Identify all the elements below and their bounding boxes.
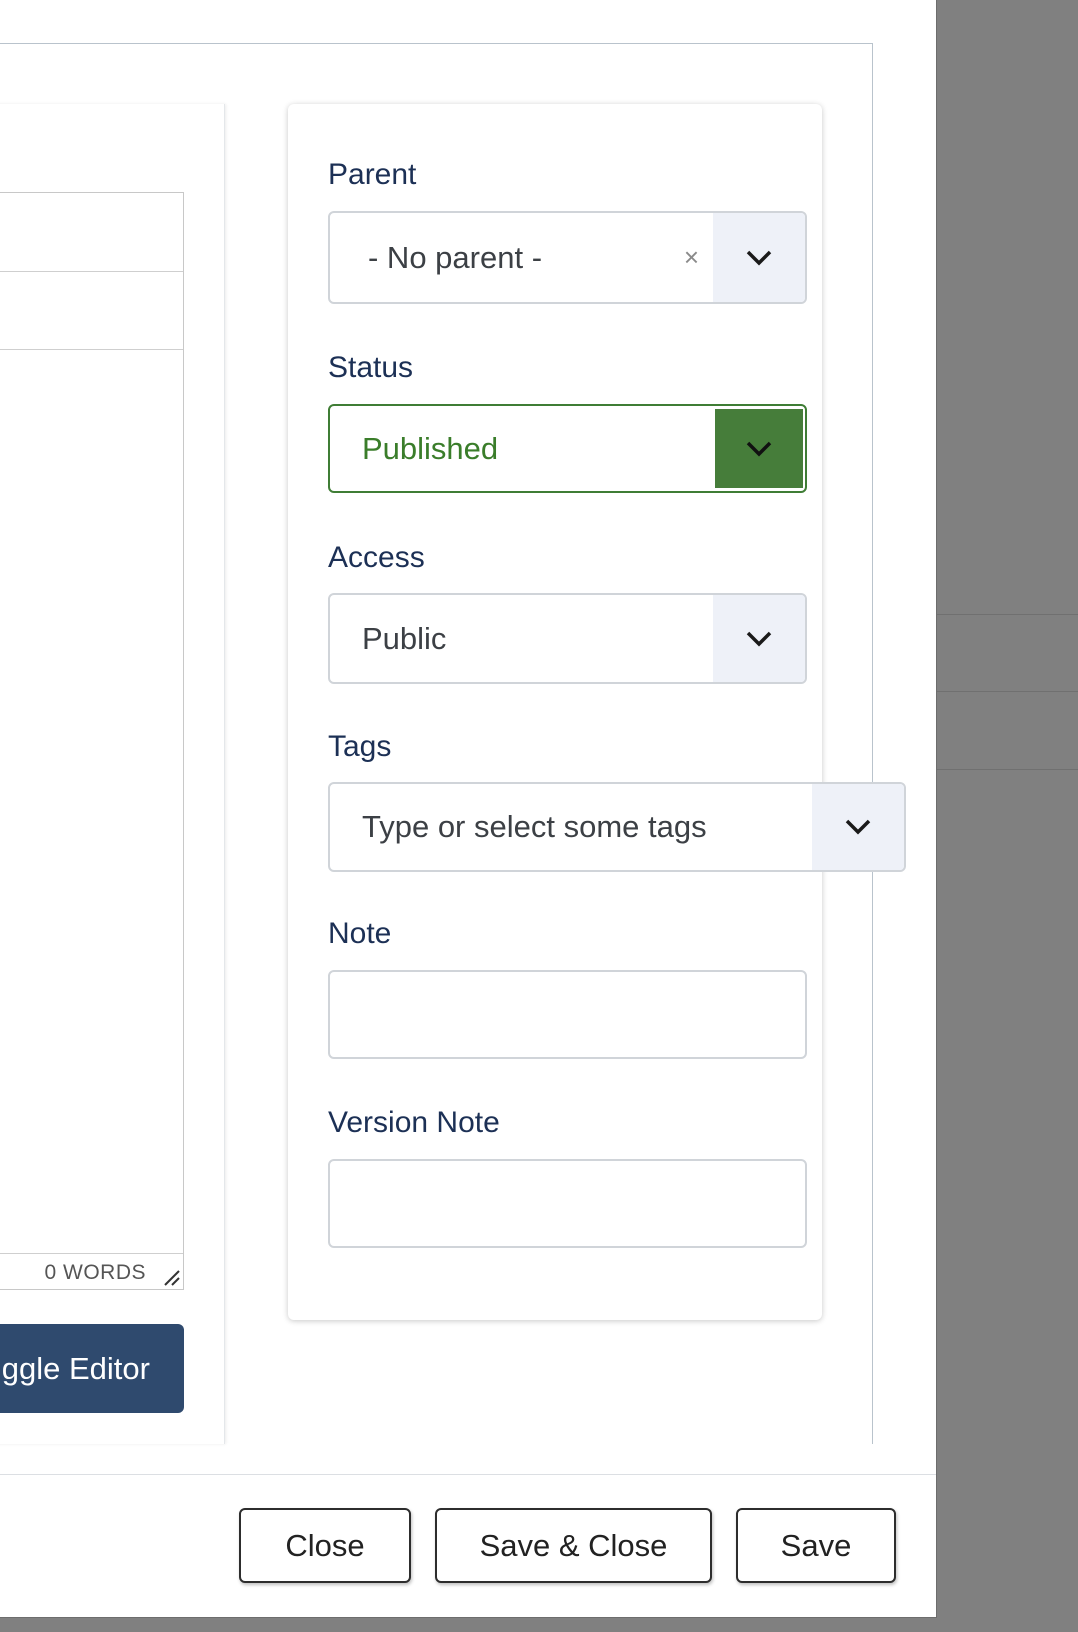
word-count: 0 WORDS <box>44 1261 146 1284</box>
version-note-label: Version Note <box>328 1106 500 1139</box>
status-label: Status <box>328 351 414 384</box>
clear-icon[interactable]: × <box>684 213 699 302</box>
rich-text-editor[interactable]: 0 WORDS <box>0 192 184 1290</box>
status-select[interactable]: Published <box>328 404 807 493</box>
resize-handle-icon[interactable] <box>162 1268 180 1286</box>
background-divider <box>936 769 1078 770</box>
tags-placeholder: Type or select some tags <box>362 809 707 844</box>
parent-select[interactable]: - No parent - × <box>328 211 807 304</box>
close-button[interactable]: Close <box>239 1508 411 1583</box>
parent-value: - No parent - <box>368 240 543 275</box>
chevron-down-icon <box>746 250 772 265</box>
footer-divider <box>0 1474 936 1475</box>
dropdown-toggle[interactable] <box>812 784 904 870</box>
access-value: Public <box>362 621 447 656</box>
access-select[interactable]: Public <box>328 593 807 684</box>
editor-toolbar-divider <box>0 349 183 350</box>
tags-label: Tags <box>328 730 392 763</box>
note-label: Note <box>328 917 392 950</box>
background-divider <box>936 614 1078 615</box>
note-input[interactable] <box>328 970 807 1059</box>
chevron-down-icon <box>746 631 772 646</box>
editor-menubar-divider <box>0 271 183 272</box>
chevron-down-icon <box>746 441 772 456</box>
save-button[interactable]: Save <box>736 1508 896 1583</box>
background-divider <box>936 691 1078 692</box>
status-value: Published <box>362 431 499 466</box>
dropdown-toggle[interactable] <box>713 595 805 682</box>
tags-select[interactable]: Type or select some tags <box>328 782 906 872</box>
dropdown-toggle[interactable] <box>715 409 803 488</box>
toggle-editor-button[interactable]: ggle Editor <box>0 1324 184 1413</box>
chevron-down-icon <box>845 819 871 835</box>
save-and-close-button[interactable]: Save & Close <box>435 1508 712 1583</box>
dropdown-toggle[interactable] <box>713 213 805 302</box>
access-label: Access <box>328 541 425 574</box>
modal-dialog: 0 WORDS ggle Editor Parent - No parent -… <box>0 0 937 1618</box>
editor-statusbar: 0 WORDS <box>0 1253 183 1289</box>
version-note-input[interactable] <box>328 1159 807 1248</box>
parent-label: Parent <box>328 158 417 191</box>
